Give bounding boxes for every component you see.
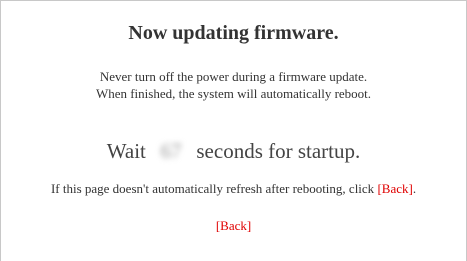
warning-message: Never turn off the power during a firmwa… — [0, 68, 467, 102]
wait-suffix: seconds for startup. — [196, 139, 361, 163]
warning-line-2: When finished, the system will automatic… — [95, 86, 372, 101]
refresh-text: If this page doesn't automatically refre… — [50, 181, 378, 196]
back-link-bottom[interactable]: [Back] — [216, 218, 251, 233]
back-link-inline[interactable]: [Back] — [377, 181, 412, 196]
warning-line-1: Never turn off the power during a firmwa… — [99, 69, 368, 84]
page-title: Now updating firmware. — [128, 22, 339, 44]
back-link-container: [Back] — [0, 218, 467, 234]
refresh-period: . — [412, 181, 417, 196]
wait-prefix: Wait — [106, 139, 146, 163]
countdown-seconds: 67 — [160, 139, 182, 163]
refresh-instruction: If this page doesn't automatically refre… — [0, 181, 467, 197]
startup-wait-message: Wait 67 seconds for startup. — [0, 139, 467, 164]
